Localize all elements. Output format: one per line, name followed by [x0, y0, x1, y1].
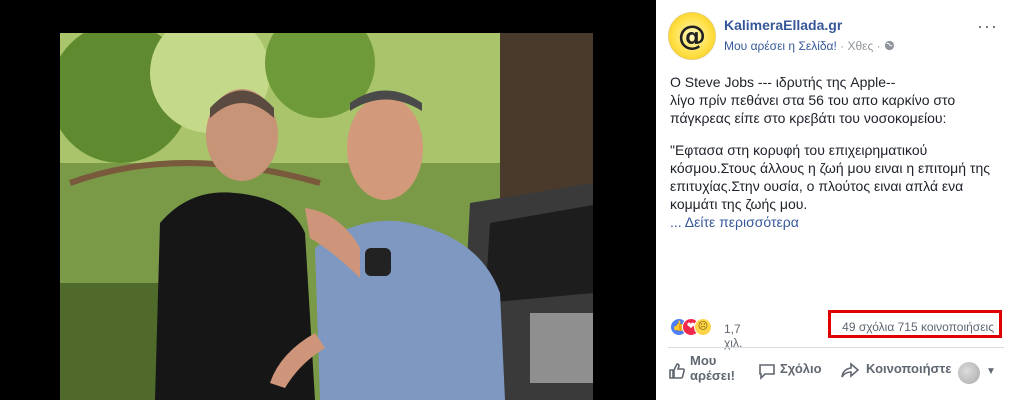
- like-label: Μου αρέσει!: [690, 353, 735, 383]
- profile-avatar: [958, 362, 980, 384]
- share-icon: [840, 362, 860, 380]
- globe-icon: [884, 39, 895, 53]
- post-paragraph-1: O Steve Jobs --- ιδρυτής της Apple-- λίγ…: [670, 74, 956, 126]
- post-body: O Steve Jobs --- ιδρυτής της Apple-- λίγ…: [670, 73, 1000, 231]
- page-name-link[interactable]: KalimeraEllada.gr: [724, 17, 842, 33]
- comment-button[interactable]: Σχόλιο: [758, 350, 838, 398]
- see-more-link[interactable]: ... Δείτε περισσότερα: [670, 213, 1000, 231]
- post-meta: Μου αρέσει η Σελίδα! · Χθες ·: [724, 39, 895, 53]
- share-as-profile-picker[interactable]: ▼: [958, 362, 1006, 384]
- post-time[interactable]: Χθες: [848, 39, 874, 53]
- share-button[interactable]: Κοινοποιήστε: [840, 350, 952, 398]
- comment-label: Σχόλιο: [780, 361, 822, 376]
- reaction-count: 1,7 χιλ.: [724, 322, 743, 350]
- meta-separator-2: ·: [873, 39, 884, 53]
- post-paragraph-2: "Εφτασα στη κορυφή του επιχειρηματικού κ…: [670, 142, 990, 212]
- meta-separator: ·: [836, 39, 848, 53]
- photo-illustration: [60, 33, 593, 400]
- sad-reaction-icon: ☹: [694, 318, 712, 336]
- post-header: @ KalimeraEllada.gr Μου αρέσει η Σελίδα!…: [668, 12, 1004, 62]
- comment-icon: [758, 362, 776, 380]
- caret-down-icon: ▼: [986, 366, 996, 377]
- page-avatar[interactable]: @: [668, 12, 716, 60]
- post-actions: Μου αρέσει! Σχόλιο Κοινοποιήστε ▼: [668, 350, 1004, 398]
- share-label: Κοινοποιήστε: [866, 361, 952, 376]
- thumbs-up-icon: [668, 362, 686, 380]
- comments-shares-count[interactable]: 49 σχόλια 715 κοινοποιήσεις: [842, 320, 994, 334]
- divider: [668, 347, 1004, 348]
- like-page-link[interactable]: Μου αρέσει η Σελίδα!: [724, 39, 837, 53]
- post-stats: 👍 ❤ ☹ 1,7 χιλ. 49 σχόλια 715 κοινοποιήσε…: [670, 310, 1004, 350]
- post-photo[interactable]: [60, 33, 593, 400]
- post-panel: @ KalimeraEllada.gr Μου αρέσει η Σελίδα!…: [656, 0, 1016, 400]
- photo-viewer: [0, 0, 656, 400]
- like-button[interactable]: Μου αρέσει!: [668, 350, 748, 398]
- more-options-icon[interactable]: ···: [977, 16, 998, 37]
- avatar-symbol: @: [678, 19, 706, 52]
